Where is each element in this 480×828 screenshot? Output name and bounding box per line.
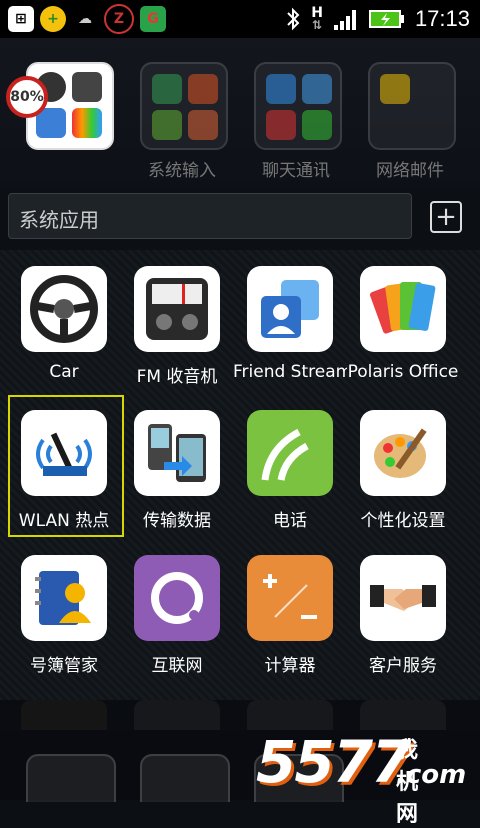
bluetooth-icon <box>287 7 300 31</box>
radio-icon <box>134 266 220 352</box>
app-label: Polaris Office <box>347 362 459 382</box>
app-personalize[interactable]: 个性化设置 <box>346 410 460 531</box>
steering-wheel-icon <box>21 266 107 352</box>
folder-bar: 80% 系统输入 聊天通讯 网络邮件 <box>0 38 480 190</box>
watermark-site: .com <box>396 760 467 790</box>
dock-folder[interactable] <box>140 754 230 802</box>
z-icon: Z <box>104 4 134 34</box>
contacts-icon <box>247 266 333 352</box>
folder-name: 系统应用 <box>19 208 99 232</box>
app-label: 计算器 <box>264 656 316 676</box>
app-fm-radio[interactable]: FM 收音机 <box>120 266 234 387</box>
weather-icon: ☁ <box>78 11 92 27</box>
memory-badge[interactable]: 80% <box>6 76 48 118</box>
folder-system-input[interactable] <box>140 62 228 150</box>
add-icon: + <box>40 6 66 32</box>
status-bar: ⊞ + ☁ Z G H ⇅ 17:13 <box>0 0 480 38</box>
app-label: 互联网 <box>151 656 203 676</box>
folder-app-icon <box>266 110 296 140</box>
folder-app-icon <box>152 110 182 140</box>
office-icon <box>72 108 102 138</box>
folder-label-chat: 聊天通讯 <box>262 161 330 181</box>
app-address-book[interactable]: 号簿管家 <box>7 555 121 676</box>
browser-icon <box>134 555 220 641</box>
app-label: 个性化设置 <box>360 511 446 531</box>
clock: 17:13 <box>414 6 470 31</box>
office-icon <box>360 266 446 352</box>
calculator-icon <box>247 555 333 641</box>
data-icon: H ⇅ <box>311 5 323 32</box>
app-label: FM 收音机 <box>136 367 218 387</box>
palette-icon <box>360 410 446 496</box>
add-app-button[interactable]: + <box>430 201 462 233</box>
notification-icon: ⊞ <box>8 6 34 32</box>
app-transfer-data[interactable]: 传输数据 <box>120 410 234 531</box>
app-friend-stream[interactable]: Friend Stream <box>233 266 347 382</box>
folder-chat[interactable] <box>254 62 342 150</box>
app-label: Friend Stream <box>233 362 347 382</box>
app-polaris-office[interactable]: Polaris Office <box>346 266 460 382</box>
signal-icon <box>333 10 356 30</box>
app-customer-service[interactable]: 客户服务 <box>346 555 460 676</box>
folder-app-icon <box>380 74 410 104</box>
app-label: WLAN 热点 <box>18 511 110 531</box>
folder-app-icon <box>188 110 218 140</box>
folder-web-mail[interactable] <box>368 62 456 150</box>
folder-app-icon <box>302 110 332 140</box>
folder-app-icon <box>188 74 218 104</box>
wifi-hotspot-icon <box>21 410 107 496</box>
app-label: 号簿管家 <box>30 656 98 676</box>
transfer-icon <box>134 410 220 496</box>
g-icon: G <box>140 6 166 32</box>
address-book-icon <box>21 555 107 641</box>
app-label: Car <box>49 362 79 382</box>
app-wlan-hotspot[interactable]: WLAN 热点 <box>7 410 121 531</box>
app-calculator[interactable]: 计算器 <box>233 555 347 676</box>
app-internet[interactable]: 互联网 <box>120 555 234 676</box>
folder-app-icon <box>266 74 296 104</box>
dock-folder[interactable] <box>26 754 116 802</box>
radio-icon <box>72 72 102 102</box>
folder-name-field[interactable]: 系统应用 <box>8 193 412 239</box>
phone-icon <box>247 410 333 496</box>
folder-app-icon <box>302 74 332 104</box>
app-label: 电话 <box>273 511 307 531</box>
app-label: 传输数据 <box>143 511 211 531</box>
battery-icon <box>368 10 404 28</box>
folder-app-icon <box>152 74 182 104</box>
watermark: 5577 我机网 .com <box>256 728 466 827</box>
watermark-number: 5577 <box>256 728 411 796</box>
app-car[interactable]: Car <box>7 266 121 382</box>
folder-label-system-input: 系统输入 <box>148 161 216 181</box>
handshake-icon <box>360 555 446 641</box>
app-label: 客户服务 <box>369 656 437 676</box>
app-phone[interactable]: 电话 <box>233 410 347 531</box>
folder-label-web-mail: 网络邮件 <box>376 161 444 181</box>
